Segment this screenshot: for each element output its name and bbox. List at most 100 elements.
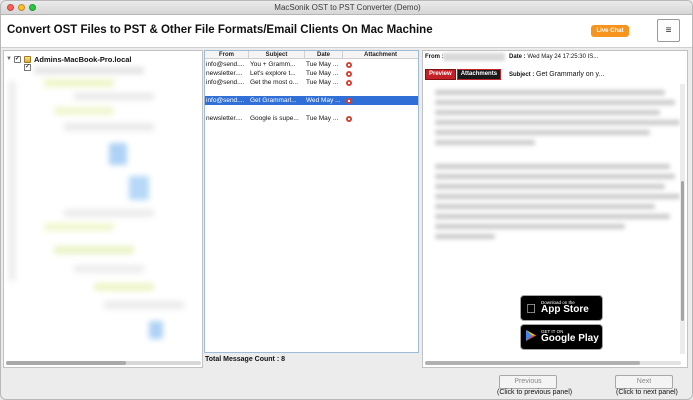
attachment-icon (346, 115, 352, 122)
column-header-subject[interactable]: Subject (249, 51, 305, 58)
message-from-cell: newsletter.... (206, 115, 243, 122)
preview-horizontal-scroll-thumb[interactable] (425, 361, 640, 365)
apple-icon:  (521, 301, 541, 316)
blurred-tree-lines (9, 81, 15, 281)
next-hint: (Click to next panel) (616, 389, 678, 396)
folder-tree-panel[interactable]: ▼ ✓ Admins-MacBook-Pro.local ✓ (3, 50, 203, 368)
message-attachment-cell (343, 105, 418, 114)
blurred-tree-item (64, 123, 154, 131)
blurred-tree-item (94, 283, 154, 291)
app-store-big-text: App Store (541, 304, 589, 316)
message-attachment-cell (343, 114, 418, 123)
blurred-tree-item (74, 93, 154, 100)
message-row[interactable] (205, 105, 418, 114)
app-header: Convert OST Files to PST & Other File Fo… (1, 15, 692, 48)
blurred-text-line (435, 100, 675, 105)
google-play-big-text: Google Play (541, 333, 599, 345)
expand-arrow-icon[interactable]: ▼ (6, 56, 14, 62)
attachment-icon (346, 97, 352, 104)
message-row[interactable]: newsletter.... Let's explore t... Tue May … (205, 69, 418, 78)
message-date-cell (305, 87, 343, 96)
blurred-text-line (435, 224, 625, 229)
blurred-text-line (435, 204, 655, 209)
column-header-attachment[interactable]: Attachment (343, 51, 418, 58)
blurred-text-line (435, 90, 665, 95)
hamburger-icon: ≡ (665, 25, 672, 36)
message-from-cell: info@send.... (206, 97, 245, 104)
message-list-panel[interactable]: From Subject Date Attachment info@send..… (204, 50, 419, 353)
message-subject-cell: Get the most o... (250, 79, 299, 86)
tab-preview[interactable]: Preview (425, 69, 456, 80)
message-from-cell: info@send.... (206, 61, 245, 68)
message-row[interactable]: info@send.... Get the most o... Tue May ..… (205, 78, 418, 87)
blurred-tree-item (54, 246, 134, 254)
blurred-tree-item (44, 223, 114, 231)
attachment-icon (346, 61, 352, 68)
message-date-cell: Tue May ... (306, 115, 339, 122)
blurred-tree-item (109, 143, 127, 165)
blurred-text-line (435, 174, 675, 179)
message-row[interactable] (205, 87, 418, 96)
subject-field: Subject : Get Grammarly on y... (509, 71, 605, 78)
tree-root-label: Admins-MacBook-Pro.local (34, 54, 132, 64)
hard-drive-icon (24, 55, 31, 63)
blurred-text-line (435, 214, 670, 219)
blurred-tree-item (44, 79, 114, 87)
root-checkbox[interactable]: ✓ (14, 55, 21, 63)
message-subject-cell: You + Gramm... (250, 61, 296, 68)
app-window: MacSonik OST to PST Converter (Demo) Con… (0, 0, 693, 400)
blurred-tree-item (54, 107, 114, 115)
message-row[interactable]: newsletter.... Google is supe... Tue May .… (205, 114, 418, 123)
message-row[interactable]: info@send.... Get Grammarl... Wed May ... (205, 96, 418, 105)
tree-scroll-thumb[interactable] (6, 361, 126, 365)
tree-child-checkbox[interactable]: ✓ (24, 64, 31, 71)
blurred-text-line (435, 140, 535, 145)
message-subject-cell (249, 105, 305, 114)
blurred-text-line (435, 164, 670, 169)
live-chat-button[interactable]: Live Chat (591, 25, 629, 37)
message-attachment-cell (343, 60, 418, 69)
message-attachment-cell (343, 96, 418, 105)
blurred-text-line (435, 120, 680, 125)
google-play-badge[interactable]: GET IT ON Google Play (520, 324, 603, 350)
blurred-tree-item (74, 265, 144, 273)
column-header-from[interactable]: From (205, 51, 249, 58)
play-icon (521, 329, 541, 345)
attachment-icon (346, 70, 352, 77)
message-subject-cell: Let's explore t... (250, 70, 296, 77)
email-body:  Download on the App Store GET IT ON Go… (425, 84, 681, 359)
blurred-text-line (435, 110, 660, 115)
subject-value: Get Grammarly on y... (536, 71, 605, 78)
total-message-count: Total Message Count : 8 (205, 356, 285, 363)
message-subject-cell: Google is supe... (250, 115, 299, 122)
blurred-text-line (435, 130, 650, 135)
message-subject-cell: Get Grammarl... (250, 97, 297, 104)
blurred-tree-item (129, 176, 149, 200)
page-title: Convert OST Files to PST & Other File Fo… (7, 24, 433, 36)
previous-button[interactable]: Previous (499, 375, 557, 389)
date-value: Wed May 24 17:25:30 IS... (527, 54, 599, 60)
message-date-cell: Wed May ... (306, 97, 341, 104)
blurred-tree-item (34, 67, 144, 74)
message-list-header: From Subject Date Attachment (205, 51, 418, 59)
blurred-tree-item (64, 209, 154, 217)
message-date-cell: Tue May ... (306, 70, 339, 77)
next-button[interactable]: Next (615, 375, 673, 389)
tab-attachments[interactable]: Attachments (456, 69, 502, 80)
message-row[interactable]: info@send.... You + Gramm... Tue May ... (205, 60, 418, 69)
title-bar: MacSonik OST to PST Converter (Demo) (1, 1, 692, 15)
preview-vertical-scroll-thumb[interactable] (681, 181, 684, 321)
blurred-tree-item (104, 301, 184, 309)
message-attachment-cell (343, 69, 418, 78)
previous-hint: (Click to previous panel) (497, 389, 573, 396)
preview-panel[interactable]: From : Date : Wed May 24 17:25:30 IS... … (422, 50, 688, 368)
app-store-badge[interactable]:  Download on the App Store (520, 295, 603, 321)
message-date-cell (305, 105, 343, 114)
window-title: MacSonik OST to PST Converter (Demo) (274, 3, 421, 12)
blurred-text-line (435, 194, 680, 199)
message-from-cell (205, 87, 249, 96)
blurred-text-line (435, 184, 665, 189)
blurred-tree-item (149, 321, 163, 339)
column-header-date[interactable]: Date (305, 51, 343, 58)
menu-button[interactable]: ≡ (657, 19, 680, 42)
